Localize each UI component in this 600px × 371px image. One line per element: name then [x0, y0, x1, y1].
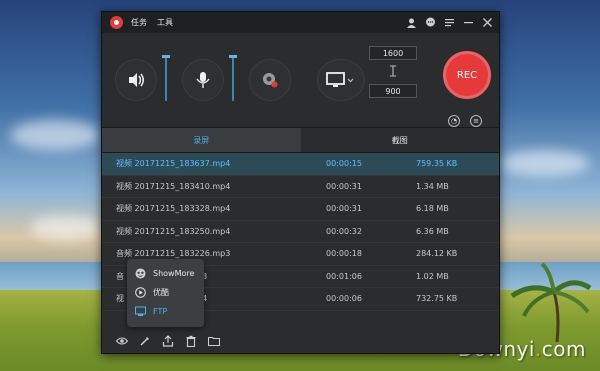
webcam-button[interactable] — [249, 59, 291, 101]
account-icon[interactable] — [406, 17, 417, 28]
record-toolbar: 1600 900 REC ◔ ≡ — [102, 33, 499, 128]
file-size: 1.34 MB — [416, 181, 449, 191]
youku-icon — [135, 287, 146, 298]
aspect-lock-icon[interactable] — [388, 63, 398, 77]
showmore-icon — [135, 268, 146, 279]
settings-list-icon[interactable]: ≡ — [470, 115, 482, 127]
file-size: 284.12 KB — [416, 249, 458, 259]
file-duration: 00:00:31 — [326, 181, 362, 191]
close-icon[interactable] — [482, 17, 493, 28]
share-menu-label: ShowMore — [153, 269, 195, 278]
microphone-icon — [196, 72, 210, 88]
monitor-icon — [326, 72, 354, 87]
minimize-icon[interactable] — [463, 17, 474, 28]
file-name: 视频 20171215_183637.mp4 — [116, 159, 231, 169]
cloud — [500, 150, 590, 176]
mode-tabs: 录屏 截图 — [102, 128, 499, 153]
share-menu-item-youku[interactable]: 优酷 — [127, 283, 204, 302]
menu-icon[interactable] — [444, 17, 455, 28]
cloud — [30, 215, 100, 240]
menu-tools[interactable]: 工具 — [157, 17, 173, 28]
screen-select-button[interactable] — [317, 59, 365, 101]
tab-screen-record[interactable]: 录屏 — [102, 128, 301, 152]
file-duration: 00:01:06 — [326, 271, 362, 281]
file-size: 1.02 MB — [416, 271, 449, 281]
share-menu-item-ftp[interactable]: FTP — [127, 302, 204, 321]
table-row[interactable]: 视频 20171215_183250.mp4 00:00:32 6.36 MB — [102, 221, 499, 243]
file-duration: 00:00:32 — [326, 226, 362, 236]
share-menu: ShowMore 优酷 FTP — [127, 259, 204, 327]
eye-icon[interactable] — [116, 335, 128, 347]
file-size: 759.35 KB — [416, 159, 458, 169]
file-size: 6.18 MB — [416, 204, 449, 214]
bottom-toolbar — [102, 329, 499, 353]
height-input[interactable]: 900 — [369, 84, 417, 98]
file-name: 视频 20171215_183328.mp4 — [116, 204, 231, 214]
edit-brush-icon[interactable] — [139, 335, 151, 347]
menu-task[interactable]: 任务 — [131, 17, 147, 28]
tab-screenshot[interactable]: 截图 — [301, 128, 500, 152]
table-row[interactable]: 视频 20171215_183637.mp4 00:00:15 759.35 K… — [102, 153, 499, 176]
rec-button[interactable]: REC — [443, 51, 491, 99]
webcam-icon — [263, 73, 278, 88]
file-duration: 00:00:15 — [326, 159, 362, 169]
file-duration: 00:00:06 — [326, 294, 362, 304]
cloud — [10, 120, 100, 150]
speaker-button[interactable] — [115, 59, 157, 101]
folder-icon[interactable] — [208, 335, 220, 347]
share-menu-label: FTP — [153, 307, 168, 316]
microphone-volume-slider[interactable] — [229, 55, 237, 101]
upload-share-icon[interactable] — [162, 335, 174, 347]
schedule-clock-icon[interactable]: ◔ — [448, 115, 460, 127]
share-menu-item-showmore[interactable]: ShowMore — [127, 264, 204, 283]
speaker-volume-slider[interactable] — [162, 55, 170, 101]
table-row[interactable]: 视频 20171215_183328.mp4 00:00:31 6.18 MB — [102, 198, 499, 221]
speaker-icon — [129, 73, 144, 87]
trash-icon[interactable] — [185, 335, 197, 347]
file-name: 视频 20171215_183410.mp4 — [116, 181, 231, 191]
title-bar: 任务 工具 — [102, 12, 499, 33]
file-name: 视频 20171215_183250.mp4 — [116, 226, 231, 236]
file-name: 音频 20171215_183226.mp3 — [116, 249, 231, 259]
chat-icon[interactable] — [425, 17, 436, 28]
width-input[interactable]: 1600 — [369, 46, 417, 60]
share-menu-label: 优酷 — [153, 288, 169, 297]
table-row[interactable]: 视频 20171215_183410.mp4 00:00:31 1.34 MB — [102, 176, 499, 198]
file-duration: 00:00:31 — [326, 204, 362, 214]
app-logo-icon — [110, 16, 123, 29]
ftp-icon — [135, 306, 146, 317]
palm-tree — [510, 262, 592, 342]
file-duration: 00:00:18 — [326, 249, 362, 259]
microphone-button[interactable] — [182, 59, 224, 101]
file-size: 6.36 MB — [416, 226, 449, 236]
file-size: 732.75 KB — [416, 294, 458, 304]
